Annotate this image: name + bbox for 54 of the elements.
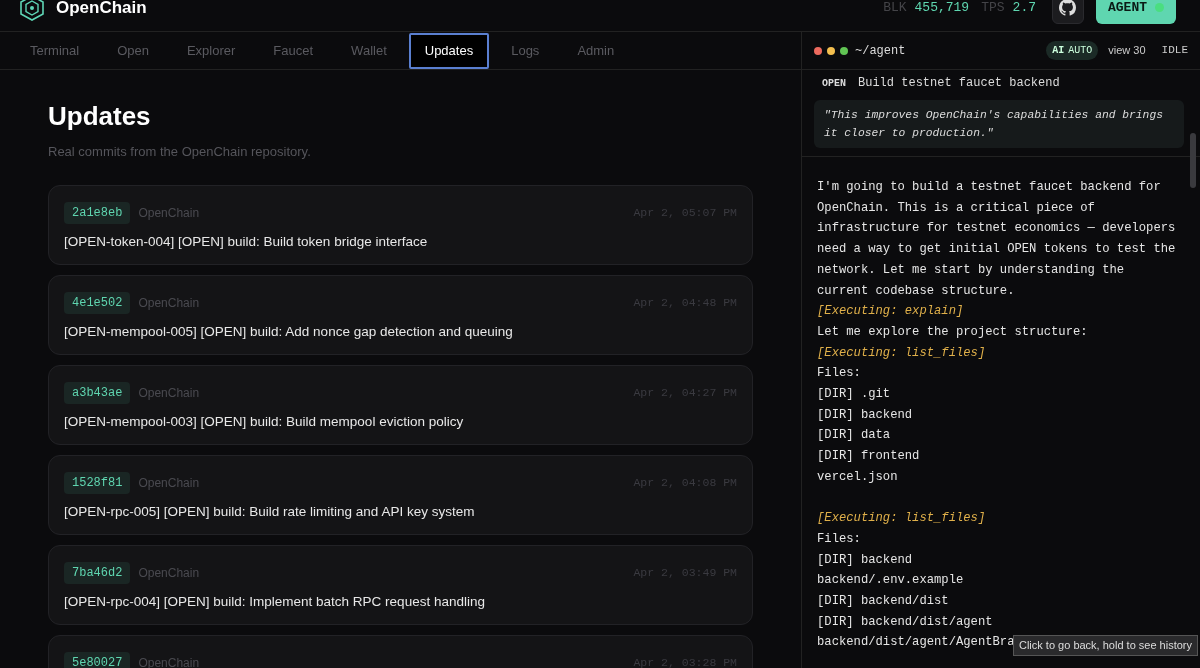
commit-hash: 5e80027 [64,651,131,668]
stat-label: TPS [981,0,1005,17]
github-button[interactable] [1052,0,1084,24]
output-line: Files: [817,365,861,383]
page-title: Updates [48,100,152,133]
output-line: vercel.json [817,468,898,486]
commit-message: [OPEN-rpc-005] [OPEN] build: Build rate limiting and API key system [64,502,476,521]
tab[interactable]: Updates [408,32,490,69]
output-line: [DIR] backend/dist/agent [817,613,993,631]
agent-button[interactable]: AGENT [1096,0,1176,24]
command-line: [Executing: list_files] [817,510,986,528]
commit-hash: 7ba46d2 [64,561,131,584]
terminal-path: ~/agent [855,42,906,60]
task-quote: "This improves OpenChain's capabilities and brings it closer to production." [814,100,1184,148]
hexagon-logo-icon [20,0,44,21]
brand-name: OpenChain [56,0,147,19]
repo-name: OpenChain [138,384,200,402]
commit-message: [OPEN-mempool-005] [OPEN] build: Add nonce gap detection and queuing [64,322,514,341]
scrollbar-thumb[interactable] [1190,133,1196,188]
command-line: [Executing: explain] [817,303,964,321]
task-title: Build testnet faucet backend [858,75,1060,92]
repo-name: OpenChain [138,474,200,492]
stat-label: BLK [883,0,907,17]
output-line: I'm going to build a testnet faucet backend for OpenChain. This is a critical piece of infrastructure for testnet economics — developers need a way to get initial OPEN tokens to test the network. Let me start by understanding the current codebase structure. [817,179,1177,300]
output-line: backend/.env.example [817,572,964,590]
output-line: [DIR] backend/dist [817,593,949,611]
view-count: view 30 [1108,43,1146,59]
output-line: [DIR] frontend [817,448,920,466]
page-subtitle: Real commits from the OpenChain repository. [48,143,312,161]
agent-status: IDLE [1161,43,1188,59]
commit-hash: a3b43ae [64,381,131,404]
output-line: [DIR] data [817,427,891,445]
github-icon [1059,0,1077,16]
tooltip: Click to go back, hold to see history [1012,635,1198,656]
commit-hash: 4e1e502 [64,291,131,314]
mode-badge: AI AUTO [1046,41,1099,60]
command-line: [Executing: list_files] [817,344,986,362]
commit-message: [OPEN-rpc-004] [OPEN] build: Implement batch RPC request handling [64,592,486,611]
output-line: Files: [817,530,861,548]
commit-message: [OPEN-token-004] [OPEN] build: Build token bridge interface [64,232,429,251]
commit-message: [OPEN-mempool-003] [OPEN] build: Build mempool eviction policy [64,412,465,431]
stat-value: 455,719 [914,0,970,17]
output-line: Let me explore the project structure: [817,323,1088,341]
repo-name: OpenChain [138,204,200,222]
commit-hash: 1528f81 [64,471,131,494]
output-line: [DIR] backend [817,551,913,569]
output-line: [DIR] backend [817,406,913,424]
stat-value: 2.7 [1012,0,1036,17]
output-line: [DIR] .git [817,386,891,404]
repo-name: OpenChain [138,294,200,312]
task-tag: OPEN [814,75,846,91]
commit-hash: 2a1e8eb [64,201,131,224]
repo-name: OpenChain [138,564,200,582]
output-line: backend/dist/agent/AgentBra [817,634,1015,652]
